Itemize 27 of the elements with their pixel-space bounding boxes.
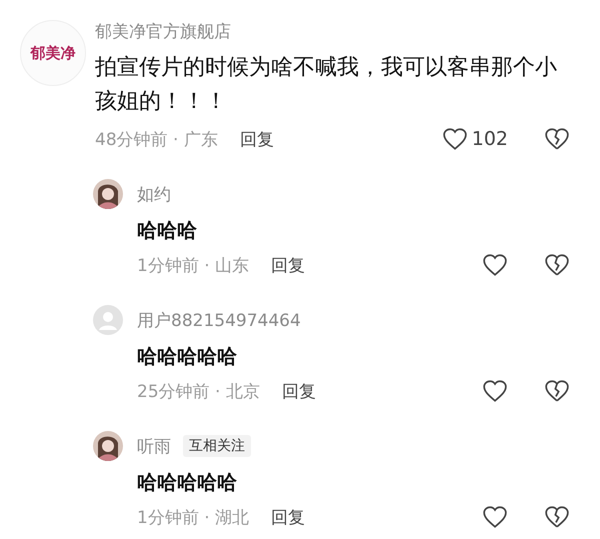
like-icon[interactable] bbox=[482, 252, 508, 278]
comment-text: 拍宣传片的时候为啥不喊我，我可以客串那个小孩姐的！！！ bbox=[95, 54, 558, 116]
reply-link[interactable]: 回复 bbox=[271, 506, 306, 528]
user-name[interactable]: 听雨 bbox=[137, 434, 171, 458]
broken-heart-icon[interactable] bbox=[544, 252, 570, 278]
shop-avatar[interactable]: 郁美净 bbox=[20, 20, 86, 86]
broken-heart-icon[interactable] bbox=[544, 504, 570, 530]
reply-link[interactable]: 回复 bbox=[282, 380, 316, 402]
like-count: 102 bbox=[472, 128, 508, 150]
reply-meta: 1分钟前 · 湖北 bbox=[137, 506, 250, 528]
like-icon[interactable] bbox=[442, 126, 468, 152]
reply-link[interactable]: 回复 bbox=[240, 128, 274, 150]
broken-heart-icon[interactable] bbox=[544, 126, 570, 152]
reply-text: 哈哈哈哈哈 bbox=[137, 469, 238, 496]
reply-meta: 25分钟前 · 北京 bbox=[137, 380, 260, 402]
author-name[interactable]: 郁美净官方旗舰店 bbox=[95, 18, 572, 46]
reply-text: 哈哈哈 bbox=[137, 217, 198, 244]
user-name[interactable]: 用户882154974464 bbox=[137, 308, 301, 332]
reply-meta: 1分钟前 · 山东 bbox=[137, 254, 250, 276]
reply-link[interactable]: 回复 bbox=[271, 254, 306, 276]
comment-meta: 48分钟前 · 广东 bbox=[95, 128, 218, 150]
mutual-follow-tag: 互相关注 bbox=[183, 435, 251, 457]
like-icon[interactable] bbox=[482, 504, 508, 530]
reply-text: 哈哈哈哈哈 bbox=[137, 343, 238, 370]
broken-heart-icon[interactable] bbox=[544, 378, 570, 404]
user-name[interactable]: 如约 bbox=[137, 182, 171, 206]
like-icon[interactable] bbox=[482, 378, 508, 404]
